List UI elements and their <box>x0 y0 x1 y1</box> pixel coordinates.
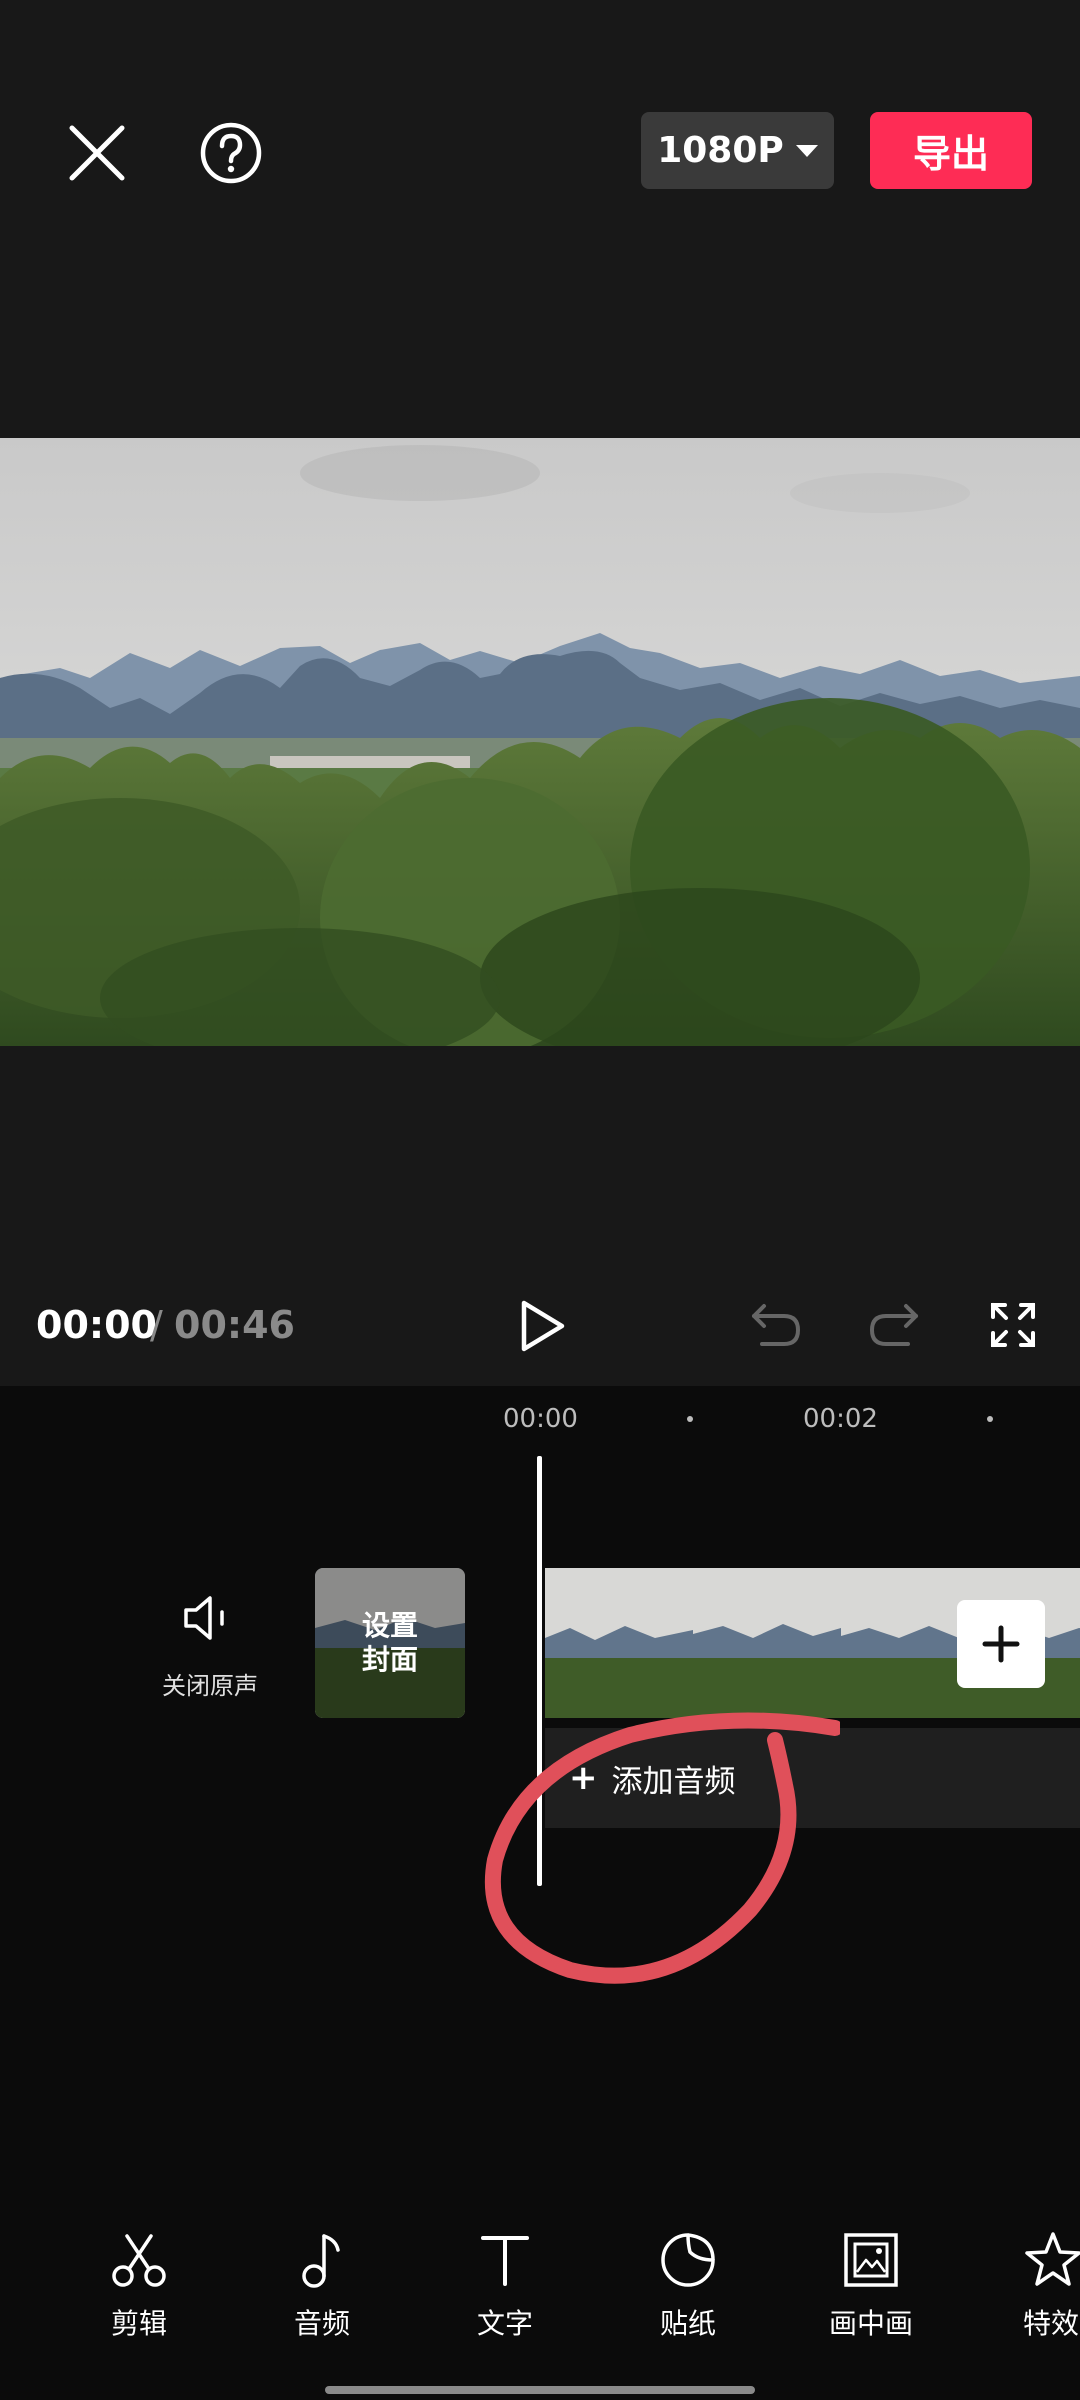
toolbar-label: 文字 <box>476 2307 533 2340</box>
toolbar-label: 特效 <box>1023 2307 1080 2340</box>
effects-star-icon <box>1025 2232 1080 2286</box>
scissors-icon <box>112 2234 166 2287</box>
text-icon <box>481 2236 529 2286</box>
top-bar <box>0 0 1080 438</box>
toolbar-item-picture-in-picture[interactable]: 画中画 <box>806 2230 936 2342</box>
video-preview[interactable] <box>0 438 1080 1046</box>
ruler-dot <box>987 1416 993 1422</box>
toolbar-item-sticker[interactable]: 贴纸 <box>623 2230 753 2342</box>
toolbar-item-effects[interactable]: 特效 <box>989 2230 1080 2342</box>
export-button[interactable]: 导出 <box>870 112 1032 189</box>
play-icon[interactable] <box>516 1298 568 1354</box>
annotation-circle <box>484 1712 840 1984</box>
total-time: 00:46 <box>174 1303 295 1347</box>
speaker-icon[interactable] <box>180 1590 236 1646</box>
current-time: 00:00 <box>36 1303 157 1347</box>
home-indicator[interactable] <box>325 2386 755 2394</box>
music-note-icon <box>302 2234 340 2288</box>
ruler-dot <box>687 1416 693 1422</box>
toolbar-label: 音频 <box>293 2307 350 2340</box>
help-icon[interactable] <box>196 118 266 188</box>
resolution-label: 1080P <box>657 130 784 171</box>
close-icon[interactable] <box>62 118 132 188</box>
set-cover-button[interactable]: 设置 封面 <box>315 1568 465 1718</box>
ruler-label: 00:00 <box>503 1404 578 1434</box>
sticker-icon <box>661 2233 715 2287</box>
toolbar-label: 贴纸 <box>659 2307 716 2340</box>
toolbar-item-text[interactable]: 文字 <box>440 2230 570 2342</box>
clip-frame <box>545 1568 693 1718</box>
toolbar-item-edit[interactable]: 剪辑 <box>74 2230 204 2342</box>
video-frame-image <box>0 438 1080 1046</box>
add-clip-button[interactable] <box>957 1600 1045 1688</box>
ruler-label: 00:02 <box>803 1404 878 1434</box>
fullscreen-icon[interactable] <box>990 1302 1036 1348</box>
time-separator: / <box>150 1303 163 1347</box>
toolbar-label: 画中画 <box>828 2307 913 2340</box>
toolbar-item-audio[interactable]: 音频 <box>257 2230 387 2342</box>
undo-icon[interactable] <box>748 1300 804 1350</box>
cover-label-line1: 设置 <box>361 1609 418 1642</box>
caret-down-icon <box>795 144 818 157</box>
picture-in-picture-icon <box>844 2233 898 2287</box>
set-cover-label: 设置 封面 <box>315 1568 465 1718</box>
toolbar-label: 剪辑 <box>110 2307 167 2340</box>
resolution-dropdown[interactable]: 1080P <box>641 112 834 189</box>
mute-original-audio-label[interactable]: 关闭原声 <box>140 1666 280 1701</box>
clip-frame <box>693 1568 841 1718</box>
redo-icon[interactable] <box>866 1300 922 1350</box>
cover-label-line2: 封面 <box>361 1643 418 1676</box>
plus-icon <box>982 1625 1020 1663</box>
